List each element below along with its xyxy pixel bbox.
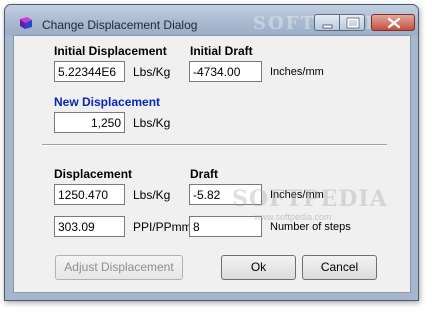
app-icon — [20, 17, 32, 29]
window-title: Change Displacement Dialog — [42, 18, 198, 32]
initial-draft-unit: Inches/mm — [270, 66, 324, 78]
minimize-button[interactable] — [314, 14, 340, 31]
ppi-field[interactable]: 303.09 — [54, 216, 125, 237]
initial-draft-label: Initial Draft — [190, 44, 253, 58]
separator — [42, 144, 387, 146]
close-button[interactable] — [371, 14, 415, 31]
dialog-content: Initial Displacement Initial Draft 5.223… — [13, 35, 411, 293]
steps-unit: Number of steps — [270, 221, 351, 233]
displacement-field[interactable]: 1250.470 — [54, 184, 125, 205]
initial-displacement-field[interactable]: 5.22344E6 — [54, 61, 125, 82]
new-displacement-unit: Lbs/Kg — [133, 116, 171, 130]
maximize-icon — [346, 17, 360, 29]
initial-displacement-unit: Lbs/Kg — [133, 65, 171, 79]
body-watermark-url: www.softpedia.com — [254, 212, 332, 222]
body-watermark: SOFTPEDIA — [232, 186, 388, 212]
dialog-window: Change Displacement Dialog SOFTPEDIA Ini… — [4, 4, 419, 301]
ok-button[interactable]: Ok — [221, 255, 296, 280]
ppi-unit: PPI/PPmm — [133, 220, 192, 234]
draft-label: Draft — [190, 167, 219, 181]
title-bar[interactable]: Change Displacement Dialog SOFTPEDIA — [5, 5, 418, 35]
displacement-label: Displacement — [54, 167, 133, 181]
cancel-button[interactable]: Cancel — [302, 255, 377, 280]
maximize-button[interactable] — [339, 14, 365, 31]
new-displacement-label: New Displacement — [54, 95, 161, 109]
close-icon — [387, 17, 401, 29]
displacement-unit: Lbs/Kg — [133, 188, 171, 202]
initial-draft-field[interactable]: -4734.00 — [189, 61, 262, 82]
steps-field[interactable]: 8 — [189, 216, 262, 237]
initial-displacement-label: Initial Displacement — [54, 44, 167, 58]
adjust-displacement-button[interactable]: Adjust Displacement — [55, 255, 183, 280]
new-displacement-field[interactable]: 1,250 — [54, 112, 125, 133]
minimize-icon — [322, 24, 333, 29]
